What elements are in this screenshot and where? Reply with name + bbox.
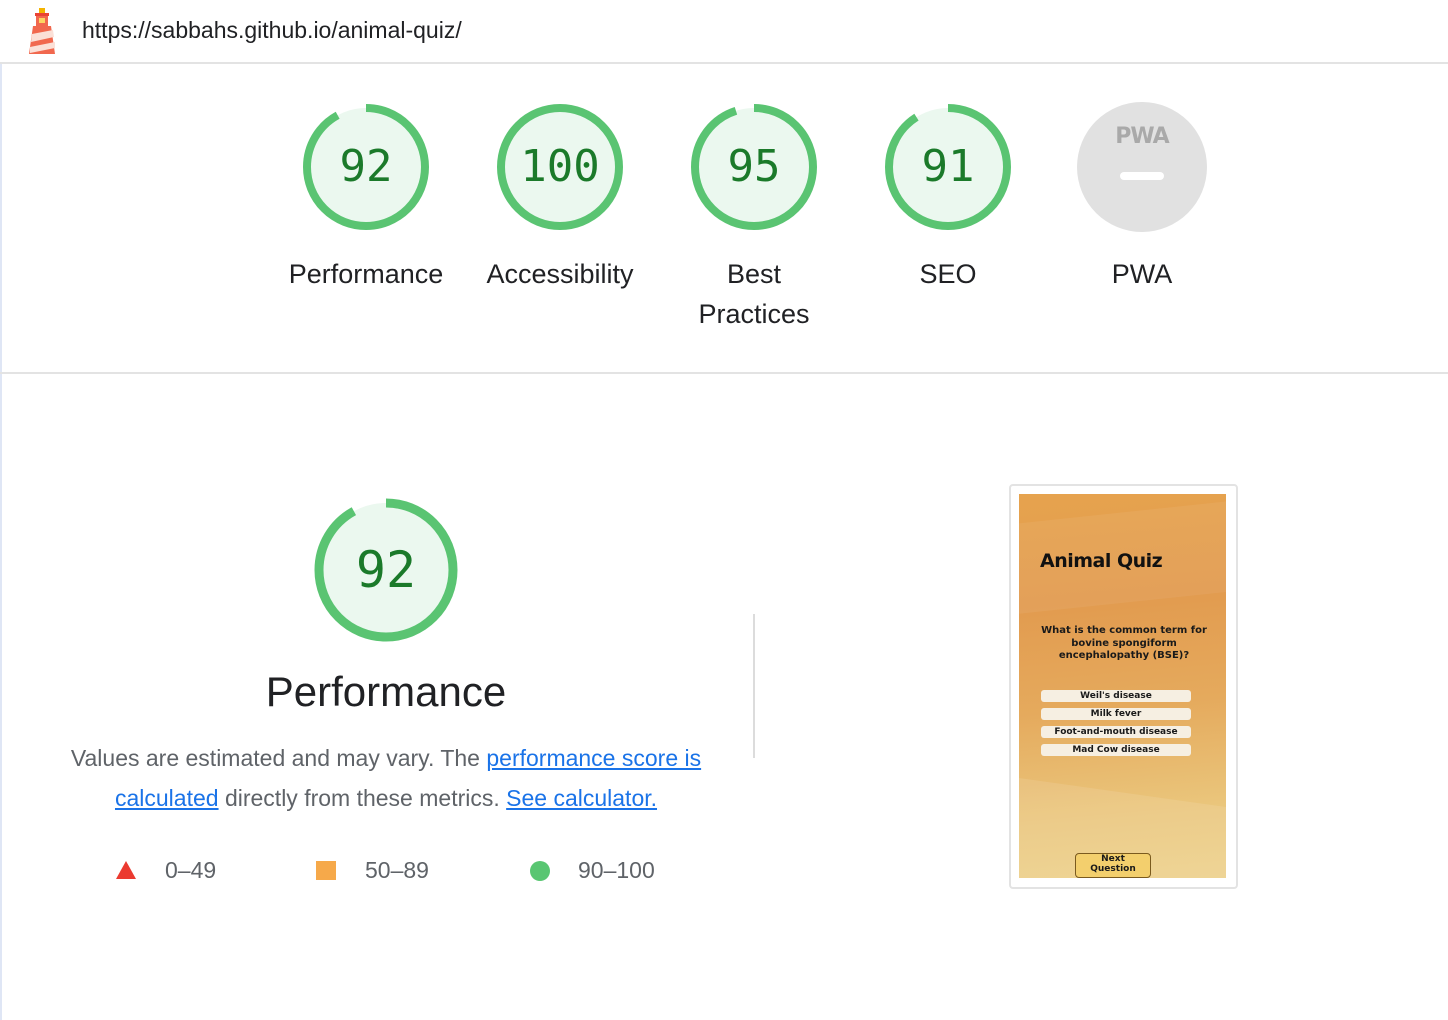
gauge-label: Performance [288, 259, 444, 289]
score-value: 91 [921, 141, 975, 192]
gauge-label: SEO [919, 259, 977, 289]
legend-range: 90–100 [578, 857, 655, 883]
category-gauges: 92 Performance 100 Accessibility 95 Best… [0, 62, 1448, 374]
performance-title: Performance [265, 668, 507, 715]
desc-prefix: Values are estimated and may vary. The [70, 745, 487, 771]
score-value: 92 [339, 141, 393, 192]
gauge-label: PWA [1111, 259, 1173, 289]
gauge-seo[interactable]: 91 SEO [848, 102, 1048, 294]
circle-icon [530, 861, 550, 881]
triangle-icon [116, 861, 136, 879]
gauge-accessibility[interactable]: 100 Accessibility [460, 102, 660, 294]
pwa-badge-text: PWA [1115, 124, 1169, 149]
legend-range: 50–89 [365, 857, 429, 883]
next-question-button: Next Question [1075, 853, 1151, 878]
performance-score: 92 [355, 541, 417, 599]
answer-option: Milk fever [1041, 708, 1191, 720]
pwa-dash [1120, 172, 1164, 180]
answer-option: Mad Cow disease [1041, 744, 1191, 756]
quiz-question: What is the common term for bovine spong… [1041, 625, 1207, 661]
legend-range: 0–49 [165, 857, 217, 883]
gauge-performance[interactable]: 92 Performance [266, 102, 466, 294]
performance-gauge: 92 [312, 496, 460, 644]
score-value: 95 [727, 141, 781, 192]
gauge-label: Accessibility [486, 259, 634, 289]
see-calculator-link[interactable]: See calculator. [506, 785, 657, 811]
pwa-badge-icon: PWA [1077, 102, 1207, 232]
next-label-line2: Question [1090, 864, 1136, 874]
next-label-line1: Next [1101, 854, 1125, 864]
quiz-title: Animal Quiz [1040, 550, 1163, 572]
square-icon [316, 861, 336, 880]
section-divider [753, 614, 755, 758]
url-bar: https://sabbahs.github.io/animal-quiz/ [0, 0, 1448, 64]
answer-option: Weil's disease [1041, 690, 1191, 702]
gauge-label: Best Practices [698, 259, 810, 329]
gauge-best-practices[interactable]: 95 Best Practices [654, 102, 854, 334]
gauge-pwa[interactable]: PWA PWA [1042, 102, 1242, 294]
page-url[interactable]: https://sabbahs.github.io/animal-quiz/ [82, 17, 462, 44]
desc-middle: directly from these metrics. [218, 785, 507, 811]
score-value: 100 [520, 141, 600, 192]
performance-description: Values are estimated and may vary. The p… [48, 738, 724, 818]
lighthouse-logo-icon [29, 8, 55, 54]
screenshot-image: Animal Quiz What is the common term for … [1019, 494, 1226, 878]
final-screenshot[interactable]: Animal Quiz What is the common term for … [1009, 484, 1238, 889]
answer-option: Foot-and-mouth disease [1041, 726, 1191, 738]
